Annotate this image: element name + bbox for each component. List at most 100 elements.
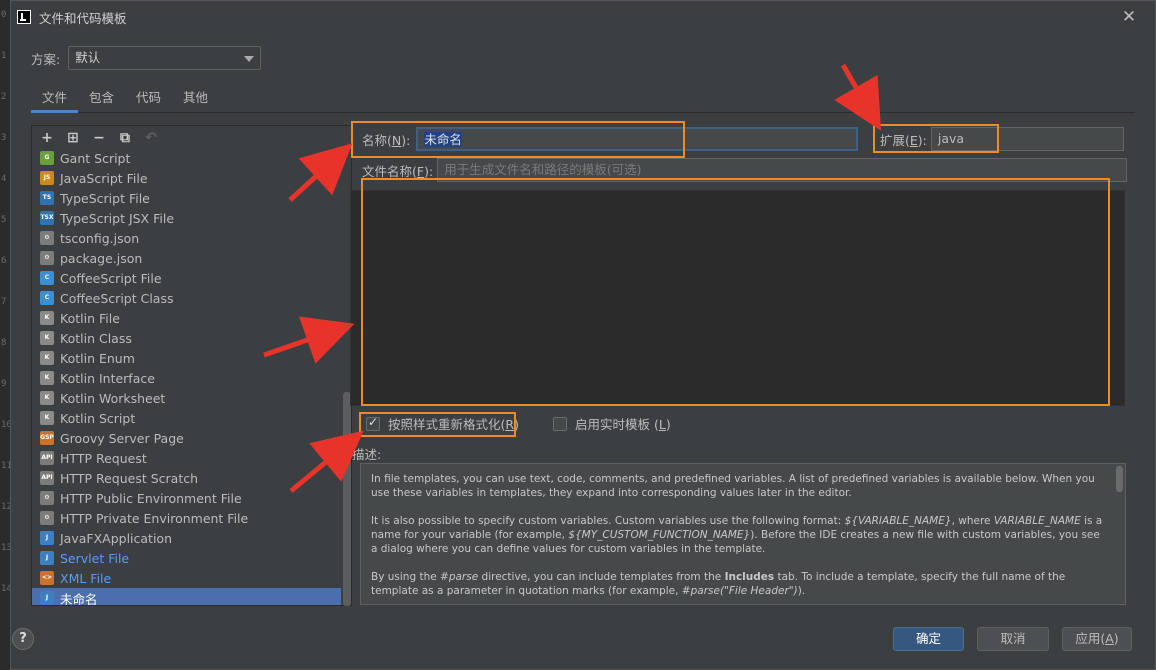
title-bar: 文件和代码模板 ✕ — [11, 1, 1155, 33]
scheme-value: 默认 — [75, 50, 101, 65]
template-item-label: CoffeeScript Class — [60, 290, 174, 306]
highlight-editor-box — [361, 178, 1110, 406]
kotlin-icon: K — [40, 371, 54, 385]
live-templates-checkbox[interactable] — [553, 416, 567, 431]
list-scrollbar[interactable] — [343, 392, 351, 606]
apply-button[interactable]: 应用(A) — [1062, 627, 1132, 651]
template-item[interactable]: K Kotlin Enum — [32, 348, 341, 368]
copy-icon[interactable]: ⧉ — [116, 129, 134, 147]
template-item[interactable]: G Gant Script — [32, 148, 341, 168]
template-item[interactable]: K Kotlin Class — [32, 328, 341, 348]
template-item-label: XML File — [60, 570, 112, 586]
add-icon[interactable]: + — [38, 129, 56, 147]
template-item[interactable]: K Kotlin File — [32, 308, 341, 328]
template-item[interactable]: ⚙ HTTP Public Environment File — [32, 488, 341, 508]
intellij-logo-icon — [17, 10, 31, 24]
template-item[interactable]: TSX TypeScript JSX File — [32, 208, 341, 228]
template-item-label: HTTP Request Scratch — [60, 470, 199, 486]
gutter-line-number: 7 — [1, 297, 7, 307]
highlight-extension-box — [873, 124, 999, 153]
tab-code[interactable]: 代码 — [125, 85, 172, 112]
description-box: In file templates, you can use text, cod… — [360, 463, 1126, 605]
template-item[interactable]: J JavaFXApplication — [32, 528, 341, 548]
template-item[interactable]: JS JavaScript File — [32, 168, 341, 188]
template-item-label: HTTP Private Environment File — [60, 510, 249, 526]
gutter-line-number: 4 — [1, 174, 7, 184]
tab-bar: 文件 包含 代码 其他 — [31, 85, 1135, 113]
kotlin-icon: K — [40, 391, 54, 405]
template-item[interactable]: GSP Groovy Server Page — [32, 428, 341, 448]
template-item[interactable]: ⚙ HTTP Private Environment File — [32, 508, 341, 528]
template-list-panel: + ⊞ − ⧉ ↶ G Gant Script JS JavaScript File T… — [31, 125, 352, 606]
gutter-line-number: 1 — [1, 51, 7, 61]
tsx-icon: TSX — [40, 211, 54, 225]
template-item[interactable]: API HTTP Request Scratch — [32, 468, 341, 488]
template-item-label: Servlet File — [60, 550, 130, 566]
gutter-line-number: 3 — [1, 133, 7, 143]
template-item[interactable]: K Kotlin Worksheet — [32, 388, 341, 408]
gsp-icon: GSP — [40, 431, 54, 445]
template-item-label: HTTP Request — [60, 450, 147, 466]
java-icon: J — [40, 591, 54, 605]
reset-icon[interactable]: ↶ — [142, 129, 160, 147]
template-item[interactable]: K Kotlin Script — [32, 408, 341, 428]
scheme-label: 方案: — [31, 51, 61, 67]
template-item[interactable]: C CoffeeScript File — [32, 268, 341, 288]
window-title: 文件和代码模板 — [39, 10, 127, 26]
remove-icon[interactable]: − — [90, 129, 108, 147]
json-gear-icon: ⚙ — [40, 251, 54, 265]
chevron-down-icon — [244, 56, 255, 62]
description-paragraph: It is also possible to specify custom va… — [371, 515, 1103, 555]
ok-button[interactable]: 确定 — [893, 627, 964, 651]
editor-gutter: 0 1 2 3 4 5 6 7 8 9 10 11 12 13 14 — [0, 0, 12, 670]
help-icon[interactable]: ? — [12, 628, 34, 650]
template-item[interactable]: C CoffeeScript Class — [32, 288, 341, 308]
template-item-label: Kotlin Enum — [60, 350, 135, 366]
template-item-label: Groovy Server Page — [60, 430, 184, 446]
scheme-row: 方案: 默认 — [31, 46, 262, 70]
js-icon: JS — [40, 171, 54, 185]
template-item[interactable]: J 未命名 — [32, 588, 341, 605]
javafx-icon: J — [40, 531, 54, 545]
description-scrollbar[interactable] — [1116, 466, 1123, 492]
api-icon: API — [40, 471, 54, 485]
template-item-label: TypeScript File — [60, 190, 150, 206]
highlight-reformat-box — [359, 412, 516, 437]
template-item[interactable]: K Kotlin Interface — [32, 368, 341, 388]
kotlin-icon: K — [40, 411, 54, 425]
template-item[interactable]: API HTTP Request — [32, 448, 341, 468]
ts-icon: TS — [40, 191, 54, 205]
template-item-label: 未命名 — [60, 591, 98, 606]
json-gear-icon: ⚙ — [40, 231, 54, 245]
kotlin-icon: K — [40, 351, 54, 365]
close-icon[interactable]: ✕ — [1119, 7, 1139, 27]
template-item-label: CoffeeScript File — [60, 270, 162, 286]
gutter-line-number: 6 — [1, 256, 7, 266]
template-item[interactable]: ⚙ tsconfig.json — [32, 228, 341, 248]
template-item[interactable]: <> XML File — [32, 568, 341, 588]
gutter-line-number: 0 — [1, 10, 7, 20]
coffee-icon: C — [40, 291, 54, 305]
gutter-line-number: 9 — [1, 379, 7, 389]
description-paragraph: In file templates, you can use text, cod… — [371, 473, 1095, 499]
template-item[interactable]: ⚙ package.json — [32, 248, 341, 268]
template-item-label: Kotlin Worksheet — [60, 390, 166, 406]
kotlin-icon: K — [40, 331, 54, 345]
gant-icon: G — [40, 151, 54, 165]
highlight-name-box — [351, 121, 685, 158]
template-item-label: Kotlin Class — [60, 330, 132, 346]
scheme-select[interactable]: 默认 — [68, 46, 262, 70]
add-child-template-icon[interactable]: ⊞ — [64, 129, 82, 147]
live-templates-option[interactable]: 启用实时模板 (L) — [553, 414, 671, 433]
http-env-icon: ⚙ — [40, 491, 54, 505]
http-env-icon: ⚙ — [40, 511, 54, 525]
tab-other[interactable]: 其他 — [172, 85, 219, 112]
template-item[interactable]: TS TypeScript File — [32, 188, 341, 208]
template-item-label: package.json — [60, 250, 143, 266]
cancel-button[interactable]: 取消 — [977, 627, 1049, 651]
template-item[interactable]: J Servlet File — [32, 548, 341, 568]
template-item-label: tsconfig.json — [60, 230, 140, 246]
tab-includes[interactable]: 包含 — [78, 85, 125, 112]
tab-files[interactable]: 文件 — [31, 85, 79, 113]
gutter-line-number: 5 — [1, 215, 7, 225]
